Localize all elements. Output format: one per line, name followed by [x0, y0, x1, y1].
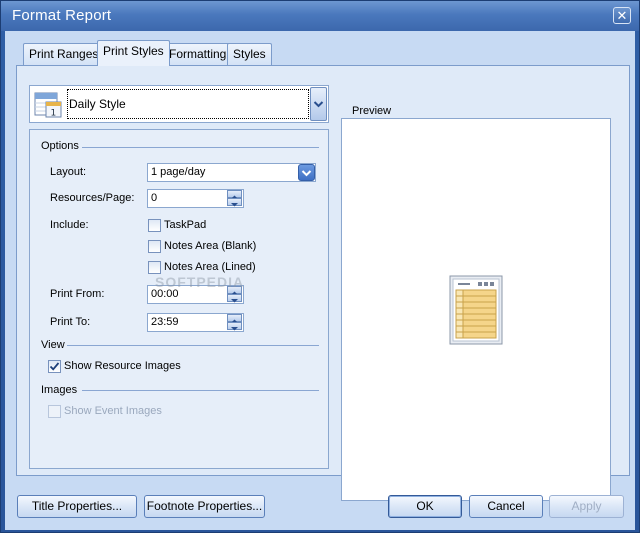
options-divider	[82, 147, 319, 148]
notes-area-blank-checkbox[interactable]	[148, 240, 161, 253]
print-to-spinner[interactable]: 23:59	[147, 313, 244, 332]
options-groupbox: Options Layout: 1 page/day Resources/Pag…	[29, 129, 329, 469]
tab-styles[interactable]: Styles	[227, 43, 272, 65]
print-from-label: Print From:	[50, 288, 105, 300]
dialog-client-area: Print Ranges Print Styles Formatting Sty…	[5, 31, 635, 530]
arrow-down-icon	[231, 299, 238, 303]
print-styles-panel: 1 Daily Style Options Layout: 1 page/day	[16, 65, 630, 501]
view-divider	[67, 345, 319, 346]
layout-value: 1 page/day	[151, 166, 206, 178]
tab-formatting[interactable]: Formatting	[163, 43, 233, 65]
show-resource-images-checkbox[interactable]	[48, 360, 61, 373]
include-label: Include:	[50, 219, 89, 231]
options-header: Options	[41, 140, 79, 152]
print-style-dropdown-button[interactable]	[310, 87, 327, 121]
layout-label: Layout:	[50, 166, 87, 178]
layout-select[interactable]: 1 page/day	[147, 163, 316, 182]
spin-down-button[interactable]	[227, 322, 242, 331]
close-button[interactable]: ✕	[613, 7, 631, 24]
title-bar[interactable]: Format Report ✕	[1, 1, 639, 31]
report-preview-icon	[449, 275, 503, 345]
preview-pane	[341, 118, 611, 501]
show-event-images-checkbox[interactable]	[48, 405, 61, 418]
notes-area-lined-checkbox[interactable]	[148, 261, 161, 274]
taskpad-checkbox-label[interactable]: TaskPad	[164, 219, 206, 231]
resources-per-page-value: 0	[151, 192, 158, 204]
view-header: View	[41, 339, 65, 351]
watermark-text: SOFTPEDIA	[155, 274, 245, 290]
layout-dropdown-button[interactable]	[298, 164, 315, 181]
print-style-selector[interactable]: 1 Daily Style	[29, 85, 329, 123]
notes-area-blank-checkbox-label[interactable]: Notes Area (Blank)	[164, 240, 256, 252]
tab-label: Print Ranges	[29, 47, 99, 61]
notes-area-lined-checkbox-label[interactable]: Notes Area (Lined)	[164, 261, 256, 273]
cancel-button[interactable]: Cancel	[469, 495, 543, 518]
spin-up-button[interactable]	[227, 190, 242, 199]
tab-label: Styles	[233, 47, 266, 61]
images-divider	[82, 390, 319, 391]
preview-label: Preview	[352, 105, 392, 117]
window-title: Format Report	[12, 7, 112, 24]
ok-button[interactable]: OK	[388, 495, 462, 518]
show-event-images-label[interactable]: Show Event Images	[64, 405, 162, 417]
print-style-value: Daily Style	[67, 89, 309, 119]
images-header: Images	[41, 384, 78, 396]
footnote-properties-button[interactable]: Footnote Properties...	[144, 495, 265, 518]
apply-button[interactable]: Apply	[549, 495, 624, 518]
tab-print-styles[interactable]: Print Styles	[97, 40, 170, 66]
arrow-down-icon	[231, 203, 238, 207]
checkmark-icon	[49, 362, 60, 371]
tab-label: Print Styles	[103, 44, 164, 58]
chevron-down-icon	[301, 170, 312, 177]
show-resource-images-label[interactable]: Show Resource Images	[64, 360, 181, 372]
spin-up-button[interactable]	[227, 314, 242, 323]
tab-print-ranges[interactable]: Print Ranges	[23, 43, 105, 65]
tab-label: Formatting	[169, 47, 227, 61]
format-report-dialog: Format Report ✕ Print Ranges Print Style…	[0, 0, 640, 533]
close-icon: ✕	[616, 8, 628, 23]
title-properties-button[interactable]: Title Properties...	[17, 495, 137, 518]
calendar-icon: 1	[34, 92, 62, 119]
arrow-down-icon	[231, 327, 238, 331]
spin-down-button[interactable]	[227, 294, 242, 303]
print-to-label: Print To:	[50, 316, 91, 328]
chevron-down-icon	[313, 101, 324, 108]
resources-per-page-spinner[interactable]: 0	[147, 189, 244, 208]
resources-per-page-label: Resources/Page:	[50, 192, 135, 204]
svg-text:1: 1	[51, 109, 57, 119]
print-to-value: 23:59	[151, 316, 179, 328]
spin-down-button[interactable]	[227, 198, 242, 207]
taskpad-checkbox[interactable]	[148, 219, 161, 232]
